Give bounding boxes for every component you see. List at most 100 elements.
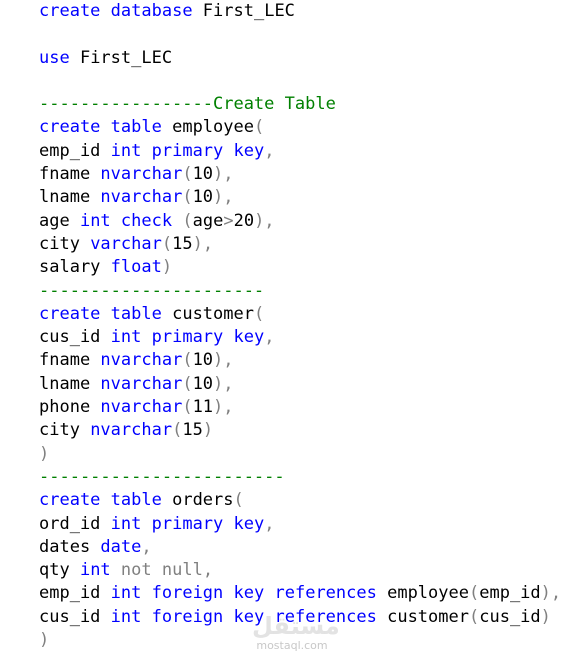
sql-code-editor[interactable]: create database First_LEC use First_LEC … xyxy=(39,0,580,662)
code-identifier: 10 xyxy=(192,164,214,185)
code-identifier xyxy=(100,304,110,324)
code-punctuation: ( xyxy=(253,117,265,138)
code-identifier: cus_id xyxy=(39,327,111,348)
code-punctuation: ) xyxy=(39,443,50,464)
code-identifier xyxy=(141,327,151,347)
code-line[interactable]: lname nvarchar(10), xyxy=(39,186,580,209)
code-comment: -----------------Create Table xyxy=(39,94,336,115)
code-keyword: primary xyxy=(151,513,224,534)
code-line[interactable]: use First_LEC xyxy=(39,47,580,70)
code-keyword: nvarchar xyxy=(90,420,173,441)
code-punctuation: ( xyxy=(182,210,193,231)
code-punctuation: ) xyxy=(39,630,50,651)
code-punctuation: ), xyxy=(213,187,234,208)
code-line[interactable]: emp_id int foreign key references employ… xyxy=(39,582,580,605)
code-keyword: nvarchar xyxy=(100,397,183,418)
code-punctuation: ) xyxy=(161,257,173,278)
code-keyword: key xyxy=(233,606,265,627)
code-identifier xyxy=(152,560,162,580)
code-keyword: check xyxy=(120,210,173,231)
code-identifier: 10 xyxy=(192,350,214,371)
code-identifier: ord_id xyxy=(39,513,111,534)
code-keyword: primary xyxy=(151,140,224,161)
code-line[interactable]: fname nvarchar(10), xyxy=(39,163,580,186)
code-line[interactable] xyxy=(39,70,580,93)
code-line[interactable]: salary float) xyxy=(39,256,580,279)
code-identifier: age xyxy=(192,210,224,231)
code-punctuation: ( xyxy=(182,397,193,418)
code-line[interactable]: ------------------------ xyxy=(39,466,580,489)
code-identifier: fname xyxy=(39,350,101,371)
code-keyword: foreign xyxy=(151,583,224,604)
code-keyword: nvarchar xyxy=(100,187,183,208)
code-line[interactable] xyxy=(39,23,580,46)
code-keyword: int xyxy=(79,560,111,581)
code-identifier xyxy=(100,117,110,137)
code-identifier xyxy=(264,583,274,603)
code-identifier xyxy=(141,607,151,627)
code-punctuation: , xyxy=(264,140,275,161)
code-punctuation: ), xyxy=(192,233,214,254)
code-keyword: key xyxy=(233,140,265,161)
code-keyword: primary xyxy=(151,327,224,348)
code-line[interactable]: ---------------------- xyxy=(39,280,580,303)
code-punctuation: ( xyxy=(182,187,193,208)
code-punctuation: ( xyxy=(182,164,193,185)
code-line[interactable]: city nvarchar(15) xyxy=(39,419,580,442)
code-identifier: city xyxy=(39,420,91,441)
code-identifier: 15 xyxy=(182,420,203,441)
code-punctuation: ), xyxy=(213,397,234,418)
code-identifier: city xyxy=(39,233,91,254)
code-identifier: dates xyxy=(39,536,101,557)
code-identifier xyxy=(223,607,233,627)
code-line[interactable]: dates date, xyxy=(39,536,580,559)
code-punctuation: ( xyxy=(172,420,183,441)
code-line[interactable]: create table employee( xyxy=(39,116,580,139)
code-line[interactable]: cus_id int foreign key references custom… xyxy=(39,606,580,629)
code-keyword: table xyxy=(110,490,162,511)
code-punctuation: ), xyxy=(213,164,234,185)
code-keyword: key xyxy=(233,583,265,604)
code-line[interactable]: ) xyxy=(39,443,580,466)
code-line[interactable]: create table orders( xyxy=(39,489,580,512)
code-keyword: int xyxy=(110,513,142,534)
code-identifier xyxy=(111,211,121,231)
code-line[interactable]: age int check (age>20), xyxy=(39,210,580,233)
code-line[interactable]: -----------------Create Table xyxy=(39,93,580,116)
code-keyword: references xyxy=(274,583,377,604)
code-identifier xyxy=(141,583,151,603)
code-identifier: customer xyxy=(376,606,469,627)
code-line[interactable]: cus_id int primary key, xyxy=(39,326,580,349)
code-identifier xyxy=(223,327,233,347)
code-identifier: qty xyxy=(39,560,80,581)
code-line[interactable]: fname nvarchar(10), xyxy=(39,349,580,372)
code-identifier: age xyxy=(39,210,80,231)
code-keyword: create xyxy=(39,117,101,138)
code-keyword: nvarchar xyxy=(100,350,183,371)
code-punctuation: ( xyxy=(253,303,265,324)
code-punctuation: , xyxy=(202,560,214,581)
code-punctuation: ( xyxy=(233,490,244,511)
code-line[interactable]: create database First_LEC xyxy=(39,0,580,23)
code-line[interactable]: phone nvarchar(11), xyxy=(39,396,580,419)
code-line[interactable]: ) xyxy=(39,629,580,652)
code-punctuation: ( xyxy=(182,373,193,394)
code-keyword: database xyxy=(110,1,193,21)
code-punctuation: ), xyxy=(213,373,234,394)
code-keyword: float xyxy=(110,257,162,278)
code-keyword: int xyxy=(79,210,111,231)
code-keyword: create xyxy=(39,490,101,511)
code-identifier xyxy=(223,141,233,161)
code-keyword: date xyxy=(100,536,142,557)
code-line[interactable]: lname nvarchar(10), xyxy=(39,373,580,396)
code-identifier: employee xyxy=(161,117,254,138)
code-line[interactable]: qty int not null, xyxy=(39,559,580,582)
code-line[interactable]: city varchar(15), xyxy=(39,233,580,256)
code-keyword: key xyxy=(233,513,265,534)
code-identifier xyxy=(141,514,151,534)
code-line[interactable]: create table customer( xyxy=(39,303,580,326)
code-line[interactable]: ord_id int primary key, xyxy=(39,513,580,536)
code-keyword: use xyxy=(39,47,70,68)
code-line[interactable]: emp_id int primary key, xyxy=(39,140,580,163)
code-keyword: create xyxy=(39,303,101,324)
